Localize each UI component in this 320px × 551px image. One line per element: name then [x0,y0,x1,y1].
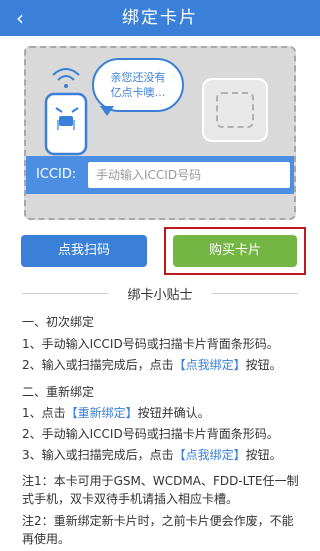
tips-text: 3、输入或扫描完成后，点击 [22,448,174,462]
tips-2-line-3: 3、输入或扫描完成后，点击【点我绑定】按钮。 [22,446,282,463]
buy-card-button[interactable]: 购买卡片 [173,235,297,267]
iccid-input[interactable] [88,162,290,188]
tips-2-line-2: 2、手动输入ICCID号码或扫描卡片背面条形码。 [22,427,279,441]
robot-icon [44,68,88,156]
sim-card-icon [202,78,268,142]
tips-highlight: 【重新绑定】 [65,406,138,420]
speech-bubble: 亲您还没有 亿点卡噢… [92,58,184,112]
iccid-label: ICCID: [36,167,77,182]
sim-chip-outline [216,92,254,128]
tips-1-line-1: 1、手动输入ICCID号码或扫描卡片背面条形码。 [22,337,279,351]
tips-highlight: 【点我绑定】 [173,448,246,462]
divider-right [212,293,298,294]
tips-text: 按钮。 [245,358,282,372]
bubble-line-2: 亿点卡噢… [110,86,166,99]
scan-button[interactable]: 点我扫码 [21,235,147,267]
tips-text: 2、输入或扫描完成后，点击 [22,358,174,372]
tips-section-1-title: 一、初次绑定 [22,315,95,329]
tips-1-line-2: 2、输入或扫描完成后，点击【点我绑定】按钮。 [22,356,282,373]
card-illustration: 亲您还没有 亿点卡噢… ICCID: [24,46,296,220]
tips-text: 1、点击 [22,406,66,420]
iccid-bar: ICCID: [26,156,294,194]
tips-text: 按钮。 [245,448,282,462]
note-2: 注2：重新绑定新卡片时，之前卡片便会作废，不能再使用。 [22,514,294,546]
page-title: 绑定卡片 [122,8,198,28]
header-bar: ‹ 绑定卡片 [0,0,320,36]
tips-text: 按钮并确认。 [137,406,210,420]
bubble-tail [100,106,114,116]
tips-highlight: 【点我绑定】 [173,358,246,372]
tips-section-2-title: 二、重新绑定 [22,385,95,399]
bubble-line-1: 亲您还没有 [110,71,166,84]
note-1: 注1：本卡可用于GSM、WCDMA、FDD-LTE任一制式手机，双卡双待手机请插… [22,474,299,506]
tips-2-line-1: 1、点击【重新绑定】按钮并确认。 [22,404,210,421]
